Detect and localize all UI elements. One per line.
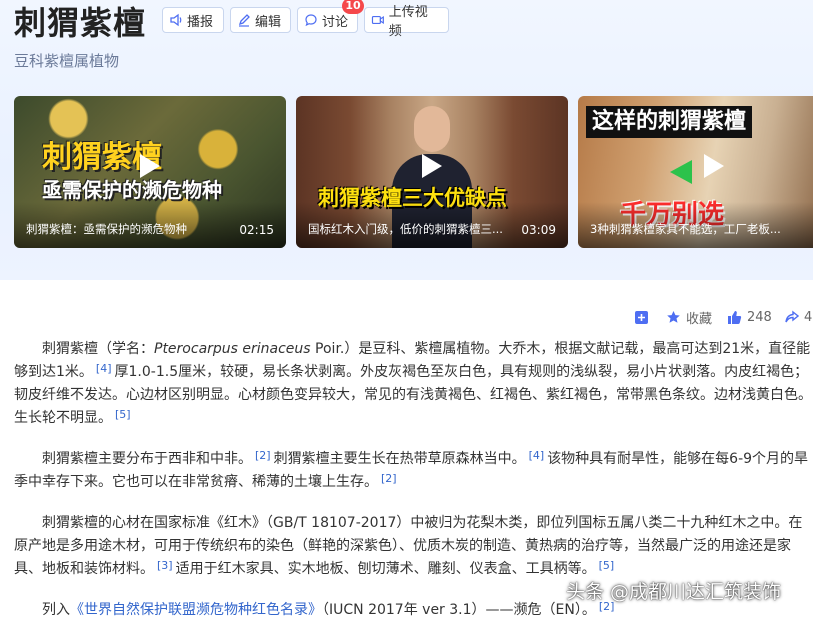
paragraph-uses: 刺猬紫檀的心材在国家标准《红木》（GB/T 18107-2017）中被归为花梨木… — [14, 515, 803, 577]
iucn-red-list-link[interactable]: 《世界自然保护联盟濒危物种红色名录》 — [70, 602, 322, 618]
citation-link[interactable]: [4] — [529, 449, 545, 462]
citation-link[interactable]: [5] — [599, 559, 615, 572]
favorite-label: 收藏 — [686, 311, 713, 327]
video-overlay-title: 这样的刺猬紫檀 — [586, 106, 753, 138]
chat-bubble-icon — [305, 14, 317, 27]
header-banner: 刺猬紫檀 豆科紫檀属植物 播报 编辑 讨论 10 上传视频 刺猬紫檀 亟需保护的… — [0, 0, 813, 280]
speaker-icon — [170, 13, 182, 27]
citation-link[interactable]: [4] — [96, 362, 112, 375]
citation-link[interactable]: [3] — [157, 559, 173, 572]
page-title: 刺猬紫檀 — [14, 4, 147, 42]
paragraph-distribution: 刺猬紫檀主要分布于西非和中非。 [2] 刺猬紫檀主要生长在热带草原森林当中。 [4] 该… — [14, 449, 809, 490]
plus-square-icon — [635, 310, 648, 324]
edit-label: 编辑 — [255, 14, 282, 30]
page-subtitle: 豆科紫檀属植物 — [14, 52, 120, 70]
share-icon — [785, 310, 799, 322]
like-count: 248 — [747, 309, 772, 325]
video-card-1[interactable]: 刺猬紫檀 亟需保护的濒危物种 刺猬紫檀：亟需保护的濒危物种 02:15 — [14, 96, 286, 248]
video-duration: 03:09 — [521, 223, 556, 237]
upload-video-label: 上传视频 — [388, 5, 428, 39]
play-icon[interactable] — [140, 154, 160, 178]
upload-video-button[interactable]: 上传视频 — [364, 5, 449, 39]
broadcast-label: 播报 — [187, 14, 214, 30]
citation-link[interactable]: [5] — [115, 408, 131, 421]
paragraph-description: 刺猬紫檀（学名：Pterocarpus erinaceus Poir.）是豆科、… — [14, 341, 812, 426]
video-camera-icon — [371, 15, 384, 25]
edit-button[interactable]: 编辑 — [230, 7, 291, 33]
like-button[interactable]: 248 — [727, 308, 772, 326]
play-icon[interactable] — [422, 154, 442, 178]
video-card-3[interactable]: 这样的刺猬紫檀 千万别选 3种刺猬紫檀家具不能选，工厂老板... — [578, 96, 813, 248]
presenter-head — [414, 106, 450, 152]
watermark: 头条 @成都川达汇筑装饰 — [566, 581, 782, 603]
play-icon[interactable] — [704, 154, 724, 178]
video-card-2[interactable]: 刺猬紫檀三大优缺点 国标红木入门级，低价的刺猬紫檀三... 03:09 — [296, 96, 568, 248]
arrow-icon — [670, 160, 692, 184]
favorite-button[interactable]: 收藏 — [666, 308, 713, 327]
discuss-label: 讨论 — [322, 14, 349, 30]
video-caption: 3种刺猬紫檀家具不能选，工厂老板... — [590, 222, 781, 236]
add-to-list-button[interactable] — [634, 308, 649, 326]
latin-name: Pterocarpus erinaceus — [154, 341, 311, 357]
video-caption: 刺猬紫檀：亟需保护的濒危物种 — [26, 222, 187, 236]
video-caption: 国标红木入门级，低价的刺猬紫檀三... — [308, 222, 503, 236]
citation-link[interactable]: [2] — [381, 472, 397, 485]
video-overlay-subtitle: 亟需保护的濒危物种 — [42, 178, 222, 202]
pencil-icon — [238, 14, 250, 27]
share-count: 48 — [804, 309, 813, 325]
citation-link[interactable]: [2] — [255, 449, 271, 462]
broadcast-button[interactable]: 播报 — [162, 7, 224, 33]
share-button[interactable]: 48 — [784, 308, 813, 326]
video-duration: 02:15 — [239, 223, 274, 237]
star-icon — [667, 310, 680, 323]
thumbs-up-icon — [728, 310, 742, 324]
discuss-count-badge: 10 — [342, 0, 364, 14]
